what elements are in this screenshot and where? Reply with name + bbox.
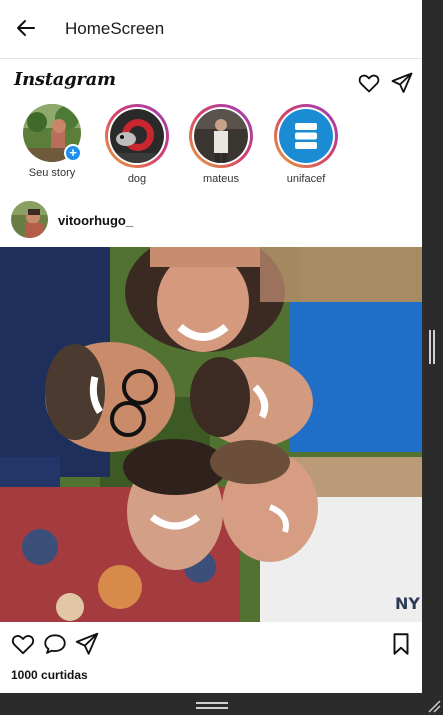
story-label: unifacef [286, 173, 326, 185]
story-unifacef-image [279, 109, 333, 163]
story-label: dog [127, 173, 147, 185]
vertical-splitter-handle[interactable] [429, 330, 435, 364]
likes-count: 1000 curtidas [11, 668, 88, 682]
bookmark-icon [393, 633, 409, 655]
story-own[interactable]: + Seu story [12, 104, 92, 179]
author-avatar[interactable] [11, 201, 48, 238]
page-title: HomeScreen [65, 19, 165, 38]
heart-outline-icon [11, 635, 35, 655]
like-button[interactable] [10, 631, 36, 657]
unifacef-logo-icon [279, 109, 333, 163]
direct-button[interactable] [390, 71, 414, 95]
comment-icon [44, 634, 66, 654]
app-bar: HomeScreen [0, 0, 422, 59]
instagram-header: Instagram [0, 60, 422, 104]
post-photo[interactable]: NY [0, 247, 422, 622]
story-dog[interactable]: dog [97, 104, 177, 185]
story-ring [189, 104, 253, 168]
svg-text:NY: NY [395, 594, 420, 613]
horizontal-splitter-handle[interactable] [196, 702, 228, 709]
resize-grip-icon[interactable] [428, 700, 441, 713]
add-story-badge[interactable]: + [64, 144, 82, 162]
story-unifacef[interactable]: unifacef [266, 104, 346, 185]
save-button[interactable] [388, 631, 414, 657]
post-actions [0, 628, 422, 662]
story-avatar: + [23, 104, 82, 162]
story-ring [105, 104, 169, 168]
share-button[interactable] [74, 631, 100, 657]
back-button[interactable] [12, 14, 40, 42]
comment-button[interactable] [42, 631, 68, 657]
post-header: vitoorhugo_ [0, 199, 422, 243]
stories-row: + Seu story dog mateus unifacef [0, 104, 422, 196]
story-label: mateus [202, 173, 240, 185]
send-icon [75, 632, 99, 655]
author-username[interactable]: vitoorhugo_ [58, 213, 133, 228]
arrow-left-icon [17, 20, 35, 36]
story-label: Seu story [28, 167, 76, 179]
instagram-logo: Instagram [14, 69, 116, 90]
send-icon [391, 72, 413, 93]
heart-outline-icon [358, 74, 380, 93]
story-mateus[interactable]: mateus [181, 104, 261, 185]
story-ring [274, 104, 338, 168]
app-window: HomeScreen Instagram + Seu story dog mat… [0, 0, 422, 693]
story-dog-image [110, 109, 164, 163]
story-mateus-image [194, 109, 248, 163]
activity-button[interactable] [357, 71, 381, 95]
